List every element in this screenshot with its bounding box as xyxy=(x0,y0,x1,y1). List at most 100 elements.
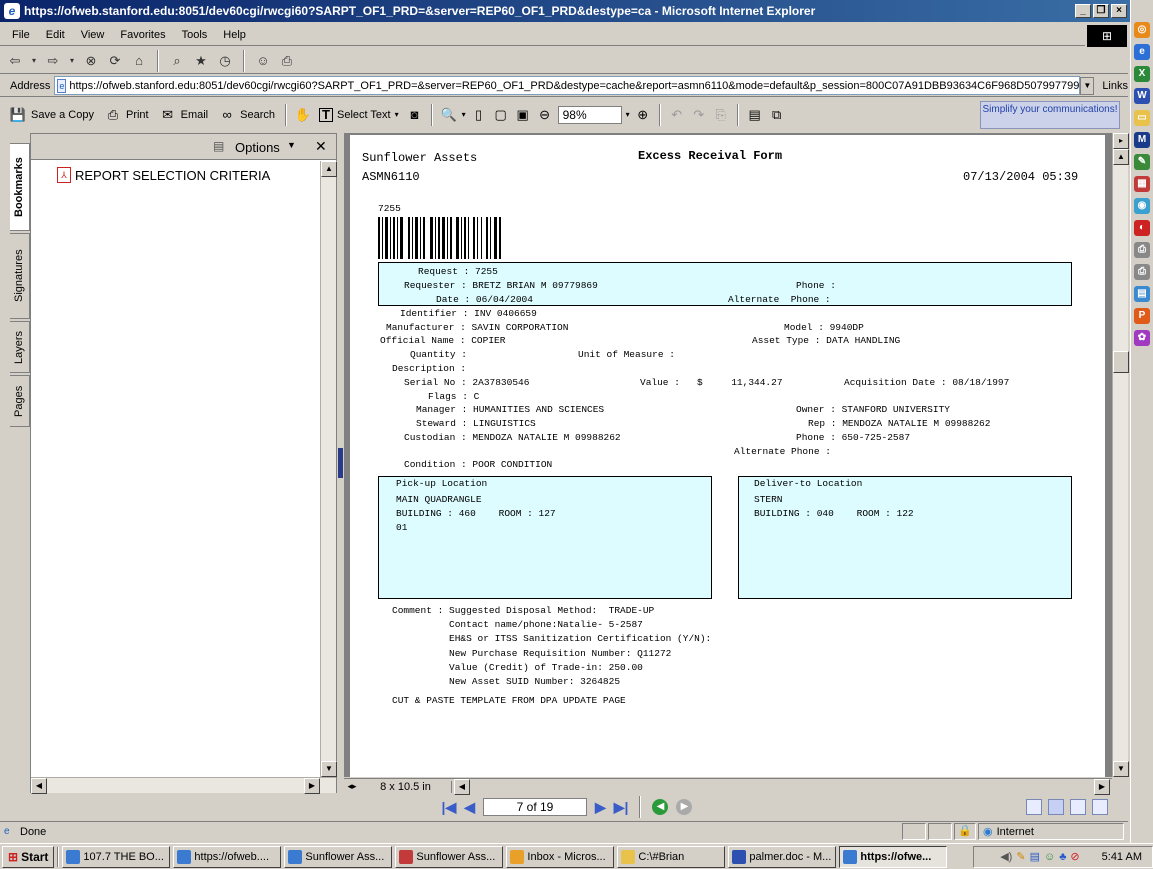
scroll-left-icon[interactable]: ◀ xyxy=(31,778,47,794)
word-icon[interactable]: W xyxy=(1134,88,1150,104)
back-icon[interactable]: ⇦ xyxy=(6,52,24,70)
folder-icon[interactable]: ▭ xyxy=(1134,110,1150,126)
scroll-up-icon[interactable]: ▲ xyxy=(321,161,337,177)
close-pane-icon[interactable]: ✕ xyxy=(315,138,327,155)
go-back-icon[interactable]: ◀ xyxy=(652,799,669,815)
forward-icon[interactable]: ⇨ xyxy=(44,52,62,70)
history-icon[interactable]: ◷ xyxy=(216,52,234,70)
taskbar-item[interactable]: Inbox - Micros... xyxy=(506,845,615,868)
continuous-icon[interactable] xyxy=(1048,799,1064,815)
pages-icon[interactable]: ⧉ xyxy=(768,106,786,124)
menu-help[interactable]: Help xyxy=(215,29,254,41)
scroll-left-icon[interactable]: ◀ xyxy=(454,778,470,795)
book-icon[interactable]: ▤ xyxy=(1134,286,1150,302)
tab-pages[interactable]: Pages xyxy=(10,375,30,427)
forward-dropdown-icon[interactable]: ▾ xyxy=(68,52,76,70)
scanner-icon[interactable]: ⎙ xyxy=(1134,264,1150,280)
taskbar-item-active[interactable]: https://ofwe... xyxy=(839,845,948,868)
excel-icon[interactable]: X xyxy=(1134,66,1150,82)
scroll-down-icon[interactable]: ▼ xyxy=(321,761,337,777)
zoom-field[interactable]: 98% xyxy=(557,105,622,124)
notes-icon[interactable]: ✎ xyxy=(1134,154,1150,170)
chevron-down-icon[interactable]: ▼ xyxy=(287,140,296,150)
minimize-button[interactable]: _ xyxy=(1075,4,1091,18)
snapshot-icon[interactable]: ◙ xyxy=(406,106,424,124)
tab-bookmarks[interactable]: Bookmarks xyxy=(10,143,30,231)
page-up-icon[interactable]: ▸ xyxy=(1113,133,1129,149)
next-page-icon[interactable]: ▶ xyxy=(595,799,606,816)
refresh-icon[interactable]: ⟳ xyxy=(106,52,124,70)
media-icon[interactable]: ◐ xyxy=(1134,220,1150,236)
email-button[interactable]: ✉ Email xyxy=(156,106,212,124)
antivirus-icon[interactable]: ⊘ xyxy=(1070,850,1079,863)
powerpoint-icon[interactable]: P xyxy=(1134,308,1150,324)
chevron-down-icon[interactable]: ▾ xyxy=(395,110,399,119)
mcafee-icon[interactable]: M xyxy=(1134,132,1150,148)
actual-size-icon[interactable]: ▯ xyxy=(470,106,488,124)
scroll-right-icon[interactable]: ▶ xyxy=(304,778,320,794)
restore-button[interactable]: ❐ xyxy=(1093,4,1109,18)
go-forward-icon[interactable]: ▶ xyxy=(676,799,693,815)
volume-icon[interactable]: ◀) xyxy=(1000,850,1012,863)
zoom-dropdown-icon[interactable]: ▾ xyxy=(626,110,630,119)
taskbar-item[interactable]: Sunflower Ass... xyxy=(395,845,504,868)
home-icon[interactable]: ⌂ xyxy=(130,52,148,70)
print-icon[interactable]: ⎙ xyxy=(278,52,296,70)
taskbar-item[interactable]: https://ofweb.... xyxy=(173,845,282,868)
outlook-icon[interactable]: ◎ xyxy=(1134,22,1150,38)
options-icon[interactable]: ▤ xyxy=(213,139,224,153)
menu-tools[interactable]: Tools xyxy=(174,29,216,41)
address-input[interactable]: e https://ofweb.stanford.edu:8051/dev60c… xyxy=(54,76,1081,95)
menu-view[interactable]: View xyxy=(73,29,113,41)
previous-page-icon[interactable]: ◀ xyxy=(464,799,475,816)
split-handle-icon[interactable]: ◂▸ xyxy=(344,781,360,792)
zoom-in-icon[interactable]: 🔍 xyxy=(440,106,458,124)
scroll-right-icon[interactable]: ▶ xyxy=(1094,779,1110,795)
back-dropdown-icon[interactable]: ▾ xyxy=(30,52,38,70)
menu-file[interactable]: File xyxy=(4,29,38,41)
links-button[interactable]: Links xyxy=(1094,80,1128,92)
close-button[interactable]: × xyxy=(1111,4,1127,18)
user-icon[interactable]: ☺ xyxy=(1044,851,1055,863)
window-title-bar[interactable]: e https://ofweb.stanford.edu:8051/dev60c… xyxy=(0,0,1130,22)
bookmarks-hscrollbar[interactable]: ◀ ▶ xyxy=(31,777,336,794)
zoom-out-icon[interactable]: ⊖ xyxy=(536,106,554,124)
print-button[interactable]: ⎙ Print xyxy=(101,106,152,124)
printer-icon[interactable]: ⎙ xyxy=(1134,242,1150,258)
favorites-icon[interactable]: ★ xyxy=(192,52,210,70)
globe-icon[interactable]: ◉ xyxy=(1134,198,1150,214)
scroll-down-icon[interactable]: ▼ xyxy=(1113,761,1129,777)
menu-edit[interactable]: Edit xyxy=(38,29,73,41)
stop-icon[interactable]: ⊗ xyxy=(82,52,100,70)
last-page-icon[interactable]: ▶| xyxy=(614,799,629,816)
hand-tool-icon[interactable]: ✋ xyxy=(294,106,312,124)
taskbar-item[interactable]: C:\#Brian xyxy=(617,845,726,868)
paint-icon[interactable]: ✿ xyxy=(1134,330,1150,346)
zoom-plus-icon[interactable]: ⊕ xyxy=(634,106,652,124)
single-page-icon[interactable] xyxy=(1026,799,1042,815)
taskbar-item[interactable]: 107.7 THE BO... xyxy=(62,845,171,868)
fit-width-icon[interactable]: ▣ xyxy=(514,106,532,124)
search-icon[interactable]: ⌕ xyxy=(168,52,186,70)
scroll-thumb[interactable] xyxy=(1113,351,1129,373)
facing-icon[interactable] xyxy=(1092,799,1108,815)
ie-icon[interactable]: e xyxy=(1134,44,1150,60)
select-text-button[interactable]: T Select Text ▾ xyxy=(316,107,402,122)
calc-icon[interactable]: ▦ xyxy=(1134,176,1150,192)
continuous-facing-icon[interactable] xyxy=(1070,799,1086,815)
splitter-grip[interactable] xyxy=(338,448,343,478)
options-button[interactable]: Options xyxy=(235,140,280,155)
save-a-copy-button[interactable]: 💾 Save a Copy xyxy=(6,106,97,124)
scroll-up-icon[interactable]: ▲ xyxy=(1113,149,1129,165)
taskbar-item[interactable]: Sunflower Ass... xyxy=(284,845,393,868)
bookmarks-scrollbar[interactable]: ▲ ▼ xyxy=(320,161,337,777)
messenger-icon[interactable]: ♣ xyxy=(1059,851,1066,863)
fit-page-icon[interactable]: ▢ xyxy=(492,106,510,124)
address-dropdown-icon[interactable]: ▼ xyxy=(1080,76,1095,95)
network-icon[interactable]: ▤ xyxy=(1030,850,1040,863)
bookmark-item[interactable]: ⅄ REPORT SELECTION CRITERIA xyxy=(57,167,270,183)
document-icon[interactable]: ▤ xyxy=(746,106,764,124)
chevron-down-icon[interactable]: ▾ xyxy=(462,110,466,119)
tab-layers[interactable]: Layers xyxy=(10,321,30,373)
rotate-left-icon[interactable]: ↶ xyxy=(668,106,686,124)
